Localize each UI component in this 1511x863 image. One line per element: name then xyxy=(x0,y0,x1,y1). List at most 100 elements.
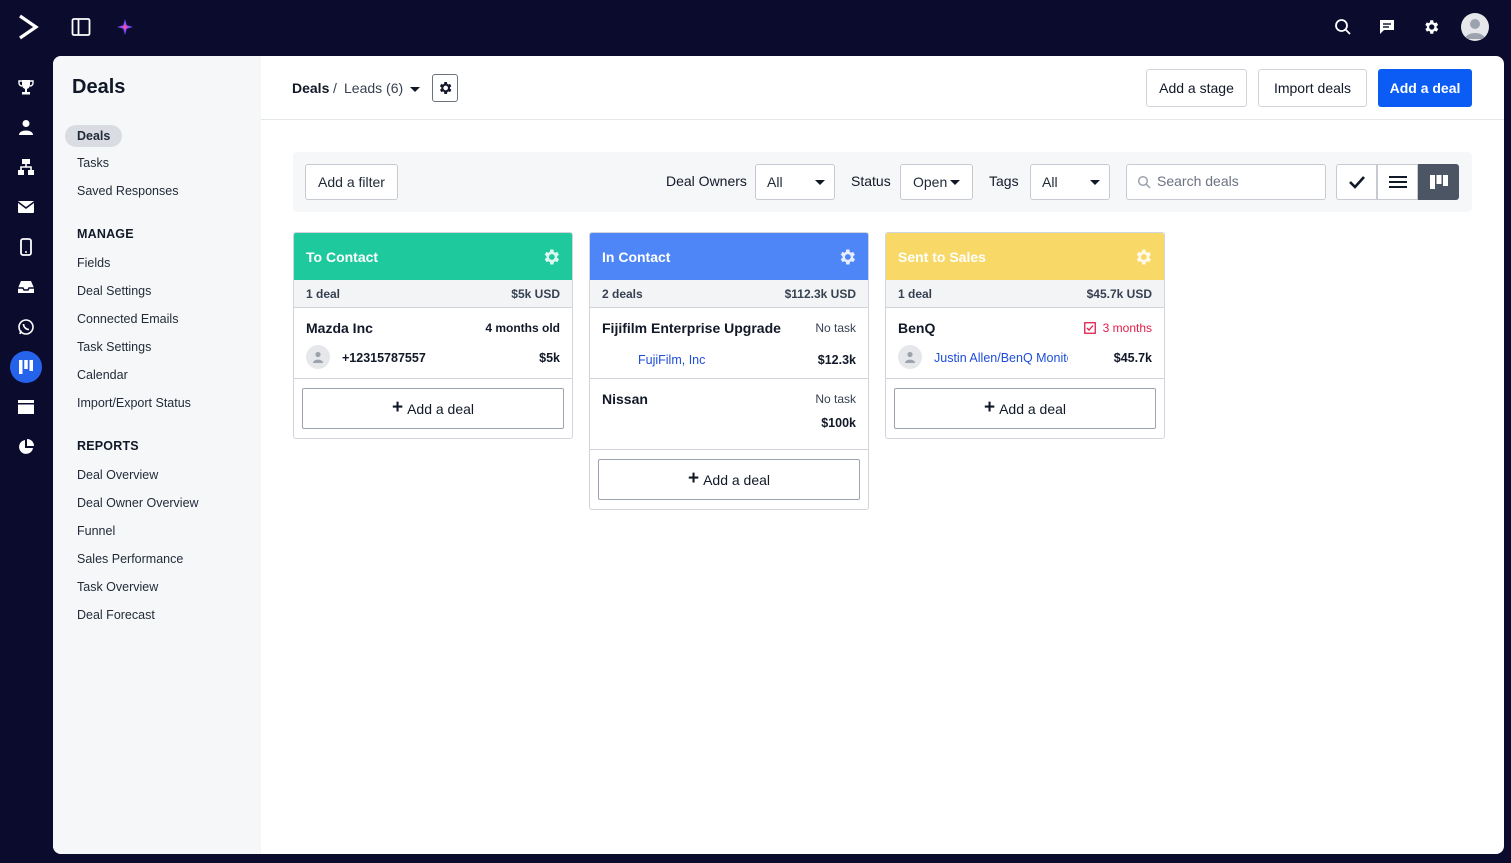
stage-total-value: $45.7k USD xyxy=(1086,286,1152,301)
tags-select[interactable]: All xyxy=(1030,164,1110,200)
page-header: Deals / Leads (6) Add a stage Import dea… xyxy=(261,56,1504,120)
search-icon xyxy=(1137,175,1151,194)
tags-value: All xyxy=(1042,174,1058,190)
subnav-item-connected-emails[interactable]: Connected Emails xyxy=(77,308,178,330)
ai-sparkle-icon[interactable] xyxy=(114,16,136,38)
pipeline-selector[interactable]: Leads (6) xyxy=(344,80,403,96)
add-deal-to-stage-button[interactable]: + Add a deal xyxy=(302,388,564,429)
subnav-item-calendar[interactable]: Calendar xyxy=(77,364,128,386)
add-deal-to-stage-button[interactable]: + Add a deal xyxy=(598,459,860,500)
add-deal-wrapper: + Add a deal xyxy=(590,450,868,509)
stage-deal-count: 2 deals xyxy=(602,286,643,301)
tasks-view-button[interactable] xyxy=(1336,164,1377,200)
deal-title[interactable]: Nissan xyxy=(602,391,648,407)
subnav-item-deal-owner-overview[interactable]: Deal Owner Overview xyxy=(77,492,199,514)
add-filter-button[interactable]: Add a filter xyxy=(305,164,398,200)
plus-icon: + xyxy=(983,397,996,418)
status-select[interactable]: Open xyxy=(900,164,973,200)
plus-icon: + xyxy=(687,468,700,489)
subnav-item-fields[interactable]: Fields xyxy=(77,252,110,274)
subnav-item-saved-responses[interactable]: Saved Responses xyxy=(77,180,178,202)
checkmark-icon xyxy=(1348,176,1365,189)
chevron-down-icon xyxy=(950,180,960,185)
deal-owners-label: Deal Owners xyxy=(666,173,747,189)
search-icon[interactable] xyxy=(1332,16,1354,38)
subnav-item-funnel[interactable]: Funnel xyxy=(77,520,115,542)
stage-header: To Contact xyxy=(294,233,572,280)
subnav-item-task-overview[interactable]: Task Overview xyxy=(77,576,158,598)
deals-pipeline-icon[interactable] xyxy=(10,351,42,383)
deal-contact-link[interactable]: Justin Allen/BenQ Monitors xyxy=(934,351,1068,365)
reports-pie-icon[interactable] xyxy=(10,431,42,463)
stage-settings-gear-icon[interactable] xyxy=(837,247,857,267)
list-view-button[interactable] xyxy=(1377,164,1418,200)
chat-icon[interactable] xyxy=(1376,16,1398,38)
deal-card[interactable]: BenQ 3 months Justin Allen/BenQ Monitors… xyxy=(886,308,1164,379)
deal-task-overdue: 3 months xyxy=(1083,321,1152,335)
subnav-item-sales-performance[interactable]: Sales Performance xyxy=(77,548,183,570)
stage-total-value: $5k USD xyxy=(511,286,560,301)
stage-settings-gear-icon[interactable] xyxy=(1133,247,1153,267)
subnav-item-deal-overview[interactable]: Deal Overview xyxy=(77,464,158,486)
add-deal-label: Add a deal xyxy=(703,471,771,488)
contacts-person-icon[interactable] xyxy=(10,111,42,143)
deal-title[interactable]: Mazda Inc xyxy=(306,320,373,336)
activecampaign-logo-icon[interactable] xyxy=(14,12,42,42)
settings-gear-icon[interactable] xyxy=(1420,16,1442,38)
deal-card[interactable]: Nissan No task $100k xyxy=(590,379,868,450)
deal-task-status: No task xyxy=(815,321,856,335)
deal-task-age: 3 months xyxy=(1102,321,1152,335)
search-deals-input[interactable] xyxy=(1157,173,1317,189)
inbox-icon[interactable] xyxy=(10,271,42,303)
deal-title[interactable]: BenQ xyxy=(898,320,935,336)
email-campaigns-icon[interactable] xyxy=(10,191,42,223)
deal-account-link[interactable]: FujiFilm, Inc xyxy=(638,353,705,367)
stage-title[interactable]: To Contact xyxy=(306,249,378,265)
import-deals-button[interactable]: Import deals xyxy=(1258,69,1367,107)
deal-contact-phone: +12315787557 xyxy=(342,351,426,365)
list-icon xyxy=(1388,176,1407,188)
subnav-item-deal-settings[interactable]: Deal Settings xyxy=(77,280,151,302)
stage-header: Sent to Sales xyxy=(886,233,1164,280)
mobile-sms-icon[interactable] xyxy=(10,231,42,263)
stage-title[interactable]: In Contact xyxy=(602,249,670,265)
stage-deal-count: 1 deal xyxy=(306,286,341,301)
add-stage-button[interactable]: Add a stage xyxy=(1146,69,1247,107)
add-deal-label: Add a deal xyxy=(999,400,1067,417)
subnav-item-deals[interactable]: Deals xyxy=(65,125,123,147)
subnav-item-tasks[interactable]: Tasks xyxy=(77,152,109,174)
subnav-item-task-settings[interactable]: Task Settings xyxy=(77,336,151,358)
user-avatar-icon[interactable] xyxy=(1461,13,1489,41)
pipeline-settings-button[interactable] xyxy=(432,74,458,102)
stage-settings-gear-icon[interactable] xyxy=(541,247,561,267)
deal-title[interactable]: Fijifilm Enterprise Upgrade xyxy=(602,320,781,336)
automations-icon[interactable] xyxy=(10,151,42,183)
deal-task-status: No task xyxy=(815,392,856,406)
subnav-title: Deals xyxy=(72,76,126,98)
add-deal-wrapper: + Add a deal xyxy=(294,379,572,438)
deal-card[interactable]: Fijifilm Enterprise Upgrade No task Fuji… xyxy=(590,308,868,379)
stage-column-in-contact: In Contact 2 deals $112.3k USD Fijifilm … xyxy=(589,232,869,510)
pipeline-dropdown-caret-icon[interactable] xyxy=(410,87,420,92)
add-deal-button[interactable]: Add a deal xyxy=(1378,69,1472,107)
add-deal-to-stage-button[interactable]: + Add a deal xyxy=(894,388,1156,429)
whatsapp-icon[interactable] xyxy=(10,311,42,343)
subnav-item-deal-forecast[interactable]: Deal Forecast xyxy=(77,604,155,626)
stage-title[interactable]: Sent to Sales xyxy=(898,249,986,265)
deal-value: $12.3k xyxy=(817,353,856,367)
breadcrumb-separator: / xyxy=(333,80,337,96)
stage-summary: 1 deal $45.7k USD xyxy=(886,280,1164,308)
subnav-item-import-export-status[interactable]: Import/Export Status xyxy=(77,392,191,414)
stage-deal-count: 1 deal xyxy=(898,286,933,301)
deal-card[interactable]: Mazda Inc 4 months old +12315787557 $5k xyxy=(294,308,572,379)
main-panel: Deals Deals Tasks Saved Responses MANAGE… xyxy=(53,56,1504,854)
breadcrumb-deals[interactable]: Deals xyxy=(292,80,329,96)
contact-avatar-icon xyxy=(306,345,330,369)
trophy-icon[interactable] xyxy=(10,71,42,103)
site-pages-icon[interactable] xyxy=(10,391,42,423)
stage-total-value: $112.3k USD xyxy=(784,286,856,301)
board-view-button[interactable] xyxy=(1418,164,1459,200)
chevron-down-icon xyxy=(1090,180,1100,185)
sidebar-toggle-icon[interactable] xyxy=(70,16,92,38)
deal-owners-select[interactable]: All xyxy=(755,164,835,200)
